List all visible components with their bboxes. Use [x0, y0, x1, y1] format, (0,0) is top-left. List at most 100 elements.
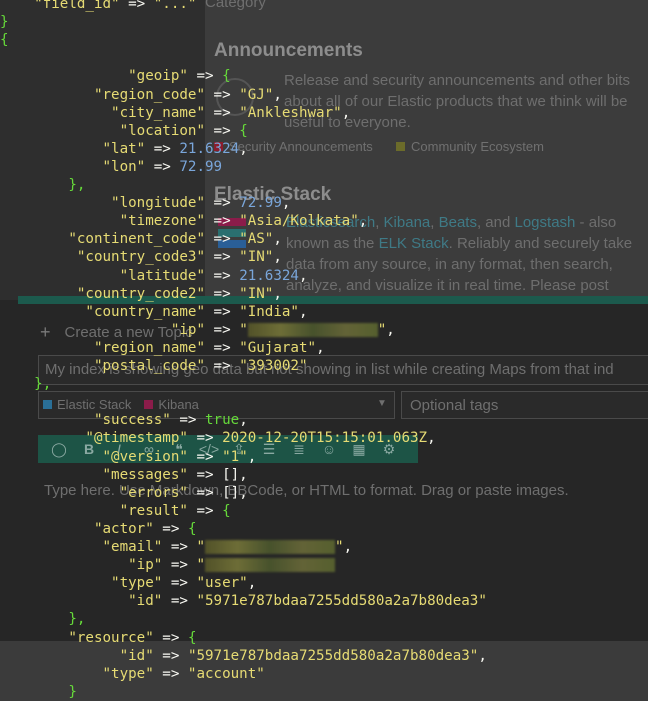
code-line: "type" => "user", [0, 574, 256, 592]
code-line: }, [0, 375, 51, 393]
code-line: }, [0, 610, 85, 628]
code-token: => [162, 593, 197, 610]
code-token: => [153, 520, 188, 537]
code-token: => [170, 412, 206, 429]
code-token: "region_code" [93, 86, 206, 103]
code-token: => [119, 0, 154, 12]
code-line: "latitude" => 21.6324, [0, 267, 308, 285]
code-token: , [343, 539, 353, 555]
code-token: "email" [102, 539, 163, 555]
code-token: , [247, 448, 257, 465]
code-token: "location" [119, 122, 206, 139]
code-token: "5971e787bdaa7255dd580a2a7b80dea3" [196, 593, 487, 610]
code-token: => [205, 358, 240, 374]
code-token: "393002" [239, 358, 308, 374]
code-token: , [273, 249, 282, 266]
code-token: "GJ" [239, 86, 274, 103]
code-token: "city_name" [111, 104, 206, 121]
code-token: => [205, 104, 240, 121]
code-token: "user" [196, 575, 248, 592]
code-token: => [205, 285, 240, 302]
code-token: => [205, 213, 240, 230]
code-token: " [335, 539, 344, 555]
code-token: }, [68, 177, 86, 193]
code-token: "AS" [239, 231, 274, 248]
code-line: "geoip" => { [0, 67, 231, 85]
code-token: , [341, 104, 351, 121]
code-line: "region_code" => "GJ", [0, 86, 282, 104]
code-token: "India" [239, 303, 299, 320]
code-token: => [205, 195, 240, 212]
code-token: " [196, 539, 206, 555]
code-token: => [145, 140, 180, 157]
code-token: , [281, 195, 291, 212]
code-token: => [205, 303, 240, 320]
code-line: "actor" => { [0, 520, 197, 538]
code-line: } [0, 13, 9, 31]
code-token: , [478, 647, 487, 664]
code-token: "@version" [102, 448, 188, 465]
code-token: , [386, 321, 395, 338]
code-token: "country_code2" [76, 285, 205, 302]
code-token: "IN" [239, 285, 274, 302]
code-token: { [222, 502, 231, 519]
code-token: => [153, 647, 188, 664]
code-token: , [298, 267, 308, 284]
code-block: "field_id" => "..."} { "geoip" => { "regi… [0, 0, 648, 700]
code-line: "resource" => { [0, 629, 196, 647]
code-token: => [187, 68, 223, 85]
redacted-value [205, 558, 336, 573]
code-token: "Gujarat" [239, 339, 317, 356]
code-token: "Ankleshwar" [239, 104, 342, 121]
code-line: }, [0, 176, 85, 194]
code-token: "ip" [128, 557, 163, 574]
code-token: "Asia/Kolkata" [239, 213, 359, 230]
code-token: [], [222, 484, 248, 501]
code-token: "lat" [102, 140, 146, 157]
code-token: "ip" [170, 321, 206, 338]
code-token: => [187, 484, 223, 501]
code-line: "region_name" => "Gujarat", [0, 339, 325, 357]
code-token: "id" [119, 647, 154, 664]
code-token: "id" [128, 593, 163, 610]
code-token: , [247, 575, 257, 592]
code-token: "country_name" [85, 303, 206, 320]
code-token: "1" [222, 448, 248, 465]
code-token: "field_id" [34, 0, 120, 12]
code-token: => [162, 539, 197, 555]
code-token: , [239, 412, 248, 429]
code-token: "resource" [68, 629, 154, 646]
code-token: "type" [102, 665, 154, 682]
code-token: "..." [153, 0, 197, 12]
code-token: => [162, 557, 197, 574]
code-token: "geoip" [128, 68, 188, 85]
code-line: "country_name" => "India", [0, 303, 307, 321]
code-token: " [239, 321, 248, 338]
redacted-value [247, 322, 378, 337]
code-token: => [187, 466, 223, 483]
code-token: => [205, 86, 240, 103]
code-token: => [205, 231, 240, 248]
code-token: "errors" [119, 484, 188, 501]
code-line: "email" => " ", [0, 538, 353, 556]
code-token: 21.6324 [179, 140, 240, 157]
code-line: "city_name" => "Ankleshwar", [0, 104, 350, 122]
code-token: "continent_code" [68, 231, 206, 248]
code-token: "country_code3" [76, 249, 205, 266]
code-token: "lon" [102, 158, 146, 175]
code-token: => [205, 267, 240, 284]
code-token: 2020-12-20T15:15:01.063Z [222, 430, 428, 447]
code-token: "@timestamp" [85, 430, 188, 447]
code-token: => [153, 629, 188, 646]
code-token: [], [222, 466, 248, 483]
code-token: "IN" [239, 249, 274, 266]
code-token: "latitude" [119, 267, 206, 284]
code-token: => [145, 158, 180, 175]
code-line: "messages" => [], [0, 466, 248, 484]
code-token: , [273, 231, 282, 248]
code-token: "5971e787bdaa7255dd580a2a7b80dea3" [187, 647, 479, 664]
code-token: , [239, 140, 248, 157]
code-line: "postal_code" => "393002" [0, 357, 308, 375]
code-line: "@timestamp" => 2020-12-20T15:15:01.063Z… [0, 429, 435, 447]
code-token: , [316, 339, 325, 356]
